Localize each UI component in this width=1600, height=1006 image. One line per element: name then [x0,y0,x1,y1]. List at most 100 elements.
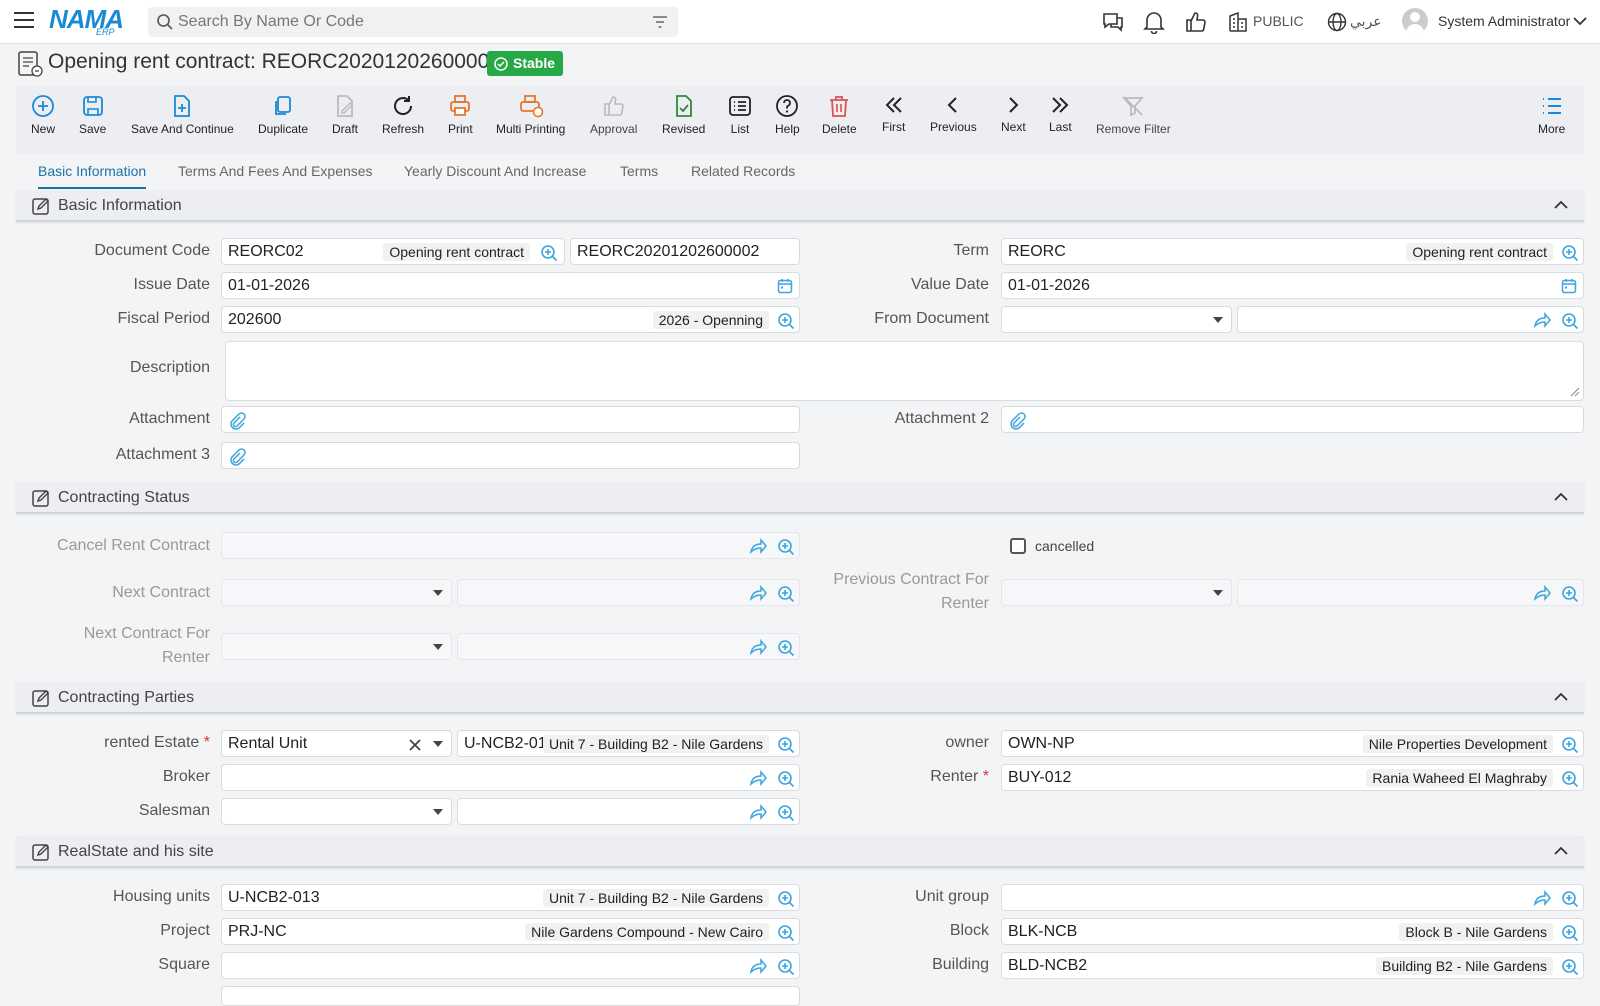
renter-field[interactable]: BUY-012 Rania Waheed El Maghraby [1001,764,1584,791]
next-row-field[interactable] [221,986,800,1006]
tab-terms-fees-expenses[interactable]: Terms And Fees And Expenses [178,163,373,179]
chevron-down-icon[interactable] [1573,16,1587,26]
paperclip-icon[interactable] [228,412,246,430]
share-arrow-icon[interactable] [749,538,767,554]
search-input[interactable] [178,7,638,37]
housing-units-field[interactable]: U-NCB2-013 Unit 7 - Building B2 - Nile G… [221,884,800,911]
notification-bell-icon[interactable] [1143,10,1165,34]
help-button[interactable]: Help [775,94,800,136]
search-plus-icon[interactable] [1561,890,1579,908]
menu-icon[interactable] [14,12,34,28]
from-document-type-select[interactable] [1001,306,1232,333]
previous-button[interactable]: Previous [930,94,977,134]
list-button[interactable]: List [728,94,752,136]
duplicate-button[interactable]: Duplicate [258,94,308,136]
section-contracting-status[interactable]: Contracting Status [16,482,1584,514]
more-button[interactable]: More [1538,94,1565,136]
user-name[interactable]: System Administrator [1438,13,1570,29]
next-contract-renter-field[interactable] [457,633,800,660]
previous-contract-renter-type-select[interactable] [1001,579,1232,606]
refresh-button[interactable]: Refresh [382,94,424,136]
issue-date-field[interactable]: 01-01-2026 [221,272,800,299]
tab-terms[interactable]: Terms [620,163,658,179]
share-arrow-icon[interactable] [749,958,767,974]
approval-button[interactable]: Approval [590,94,637,136]
share-arrow-icon[interactable] [1533,312,1551,328]
attachment-field[interactable] [221,406,800,433]
block-field[interactable]: BLK-NCB Block B - Nile Gardens [1001,918,1584,945]
broker-field[interactable] [221,764,800,791]
search-plus-icon[interactable] [1561,736,1579,754]
search-plus-icon[interactable] [1561,924,1579,942]
search-plus-icon[interactable] [777,312,795,330]
chevron-up-icon[interactable] [1554,200,1568,210]
first-button[interactable]: First [882,94,905,134]
language-switch[interactable]: عربي [1350,13,1382,30]
term-field[interactable]: REORC Opening rent contract [1001,238,1584,265]
save-button[interactable]: Save [79,94,106,136]
search-plus-icon[interactable] [1561,770,1579,788]
search-plus-icon[interactable] [777,639,795,657]
last-button[interactable]: Last [1049,94,1072,134]
tab-basic-information[interactable]: Basic Information [38,163,147,189]
multi-printing-button[interactable]: Multi Printing [496,94,565,136]
share-arrow-icon[interactable] [749,770,767,786]
project-field[interactable]: PRJ-NC Nile Gardens Compound - New Cairo [221,918,800,945]
share-arrow-icon[interactable] [749,585,767,601]
print-button[interactable]: Print [448,94,473,136]
rented-estate-field[interactable]: U-NCB2-01 Unit 7 - Building B2 - Nile Ga… [457,730,800,757]
rented-estate-select[interactable]: Rental Unit [221,730,452,757]
revised-button[interactable]: Revised [662,94,705,136]
building-field[interactable]: BLD-NCB2 Building B2 - Nile Gardens [1001,952,1584,979]
chevron-up-icon[interactable] [1554,692,1568,702]
avatar[interactable] [1402,8,1428,34]
resize-handle-icon[interactable] [1570,387,1580,397]
clear-x-icon[interactable] [409,739,421,751]
calendar-icon[interactable] [777,278,793,294]
next-contract-renter-type-select[interactable] [221,633,452,660]
share-arrow-icon[interactable] [749,639,767,655]
section-realstate-site[interactable]: RealState and his site [16,836,1584,868]
document-number-field[interactable]: REORC20201202600002 [570,238,800,265]
search-plus-icon[interactable] [777,538,795,556]
section-contracting-parties[interactable]: Contracting Parties [16,682,1584,714]
search-plus-icon[interactable] [777,924,795,942]
search-plus-icon[interactable] [777,585,795,603]
cancelled-checkbox[interactable] [1010,538,1026,554]
save-and-continue-button[interactable]: Save And Continue [131,94,234,136]
document-code-field[interactable]: REORC02 Opening rent contract [221,238,565,265]
draft-button[interactable]: Draft [332,94,358,136]
section-basic-information[interactable]: Basic Information [16,190,1584,222]
share-arrow-icon[interactable] [1533,890,1551,906]
share-arrow-icon[interactable] [1533,585,1551,601]
attachment2-field[interactable] [1001,406,1584,433]
delete-button[interactable]: Delete [822,94,857,136]
chat-icon[interactable] [1101,10,1125,34]
previous-contract-renter-field[interactable] [1237,579,1584,606]
salesman-type-select[interactable] [221,798,452,825]
value-date-field[interactable]: 01-01-2026 [1001,272,1584,299]
filter-icon[interactable] [652,15,668,29]
new-button[interactable]: New [31,94,55,136]
tab-related-records[interactable]: Related Records [691,163,795,179]
thumbs-up-icon[interactable] [1184,10,1208,34]
search-plus-icon[interactable] [1561,244,1579,262]
paperclip-icon[interactable] [228,448,246,466]
owner-field[interactable]: OWN-NP Nile Properties Development [1001,730,1584,757]
search-plus-icon[interactable] [1561,585,1579,603]
unit-group-field[interactable] [1001,884,1584,911]
search-plus-icon[interactable] [1561,312,1579,330]
fiscal-period-field[interactable]: 202600 2026 - Openning [221,306,800,333]
description-textarea[interactable] [225,341,1584,401]
company-label[interactable]: PUBLIC [1253,13,1304,29]
calendar-icon[interactable] [1561,278,1577,294]
search-plus-icon[interactable] [777,890,795,908]
next-contract-field[interactable] [457,579,800,606]
chevron-up-icon[interactable] [1554,492,1568,502]
search-plus-icon[interactable] [1561,958,1579,976]
search-plus-icon[interactable] [777,958,795,976]
search-plus-icon[interactable] [777,736,795,754]
paperclip-icon[interactable] [1008,412,1026,430]
from-document-field[interactable] [1237,306,1584,333]
search-plus-icon[interactable] [540,244,558,262]
